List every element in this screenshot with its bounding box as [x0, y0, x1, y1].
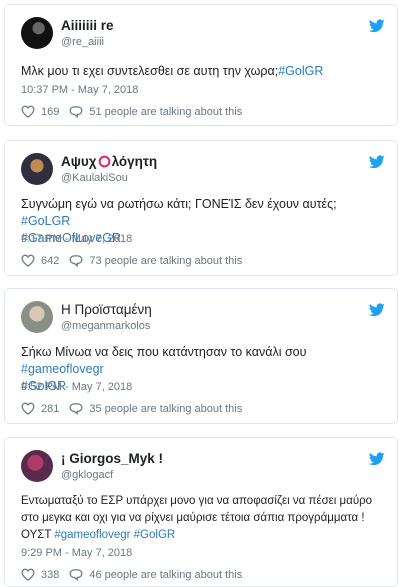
author-handle[interactable]: @meganmarkolos	[61, 320, 150, 332]
twitter-bird-icon[interactable]	[369, 19, 385, 33]
hashtag-link[interactable]: #GoLGR	[21, 214, 70, 228]
tweet-timestamp[interactable]: 9:52 PM - May 7, 2018	[21, 381, 132, 393]
author-handle[interactable]: @KaulakiSou	[61, 172, 128, 184]
talking-count[interactable]: 73 people are talking about this	[89, 255, 242, 267]
author-handle[interactable]: @re_aiiii	[61, 36, 104, 48]
heart-icon[interactable]	[21, 105, 35, 118]
tweet-text: Εντωματαξύ το ΕΣΡ υπάρχει μονο για να απ…	[21, 495, 373, 541]
avatar[interactable]	[21, 17, 53, 49]
tweet-feed: Aiiiiiii re @re_aiiii Μλκ μου τι εχει συ…	[0, 0, 405, 587]
like-count: 338	[41, 568, 60, 581]
tweet-card[interactable]: ¡ Giorgos_Myk ! @gklogacf Εντωματαξύ το …	[4, 437, 398, 587]
tweet-actions: 169 51 people are talking about this	[21, 105, 242, 118]
like-count: 169	[41, 105, 60, 118]
talking-count[interactable]: 46 people are talking about this	[89, 569, 242, 581]
tweet-card[interactable]: Η Προϊσταμένη @meganmarkolos Σήκω Μίνωα …	[4, 288, 398, 424]
heart-icon[interactable]	[21, 254, 35, 267]
tweet-actions: 642 73 people are talking about this	[21, 254, 242, 267]
tweet-card[interactable]: Αψυχ λόγητη @KaulakiSou Συγνώμη εγώ να ρω…	[4, 140, 398, 276]
red-circle-icon	[98, 155, 110, 168]
talking-count[interactable]: 51 people are talking about this	[89, 106, 242, 118]
author-name[interactable]: ¡ Giorgos_Myk !	[61, 451, 163, 466]
reply-bubble-icon[interactable]	[69, 568, 83, 581]
tweet-actions: 281 35 people are talking about this	[21, 402, 242, 415]
tweet-text: Μλκ μου τι εχει συντελεσθει σε αυτη την …	[21, 64, 324, 78]
talking-count[interactable]: 35 people are talking about this	[89, 403, 242, 415]
like-count: 642	[41, 254, 60, 267]
avatar[interactable]	[21, 153, 53, 185]
avatar[interactable]	[21, 450, 53, 482]
reply-bubble-icon[interactable]	[69, 402, 83, 415]
author-name[interactable]: Aiiiiiii re	[61, 18, 114, 33]
author-handle[interactable]: @gklogacf	[61, 469, 113, 481]
reply-bubble-icon[interactable]	[69, 254, 83, 267]
tweet-timestamp[interactable]: 10:37 PM - May 7, 2018	[21, 84, 138, 96]
twitter-bird-icon[interactable]	[369, 303, 385, 317]
tweet-timestamp[interactable]: 9:17 PM - May 7, 2018	[21, 233, 132, 245]
tweet-timestamp[interactable]: 9:29 PM - May 7, 2018	[21, 547, 132, 559]
tweet-card[interactable]: Aiiiiiii re @re_aiiii Μλκ μου τι εχει συ…	[4, 4, 398, 126]
heart-icon[interactable]	[21, 568, 35, 581]
hashtag-link[interactable]: #gameoflovegr	[21, 362, 104, 376]
twitter-bird-icon[interactable]	[369, 452, 385, 466]
tweet-actions: 338 46 people are talking about this	[21, 568, 242, 581]
twitter-bird-icon[interactable]	[369, 155, 385, 169]
reply-bubble-icon[interactable]	[69, 105, 83, 118]
like-count: 281	[41, 402, 60, 415]
heart-icon[interactable]	[21, 402, 35, 415]
author-name[interactable]: Αψυχ λόγητη	[61, 154, 157, 169]
avatar[interactable]	[21, 301, 53, 333]
hashtag-link[interactable]: #GolGR	[278, 64, 323, 78]
hashtag-link[interactable]: #gameoflovegr	[54, 529, 130, 541]
author-name[interactable]: Η Προϊσταμένη	[61, 302, 152, 317]
hashtag-link[interactable]: #GolGR	[134, 529, 176, 541]
